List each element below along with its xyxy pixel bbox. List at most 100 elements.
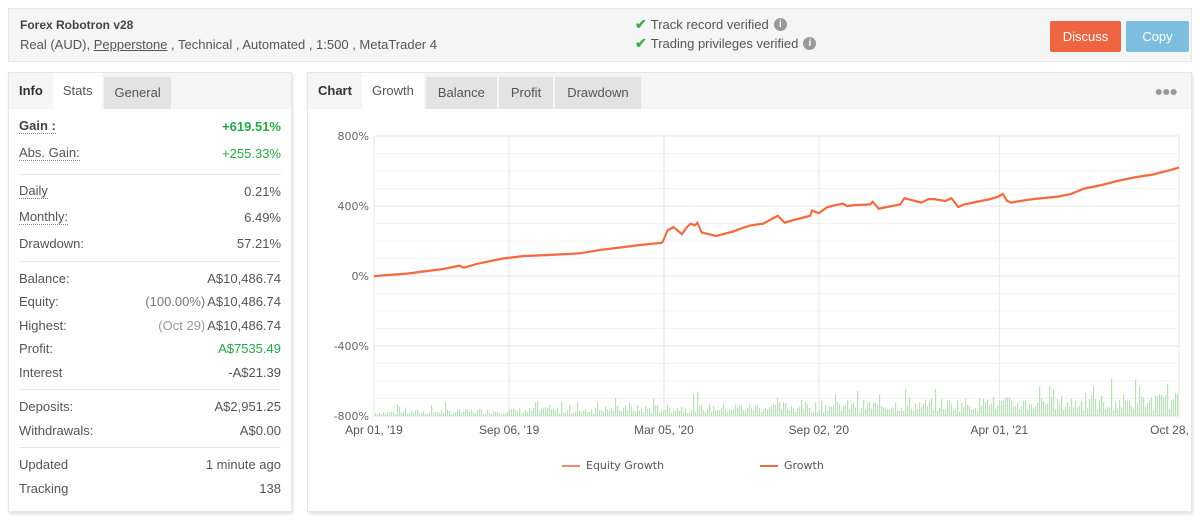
volume-bar bbox=[783, 402, 785, 416]
volume-bar bbox=[893, 407, 895, 416]
tab-growth[interactable]: Growth bbox=[361, 73, 424, 109]
volume-bar bbox=[1153, 410, 1155, 416]
stat-drawdown: Drawdown: 57.21% bbox=[19, 232, 281, 256]
volume-bar bbox=[997, 405, 999, 416]
volume-bar bbox=[977, 411, 979, 416]
volume-bar bbox=[821, 400, 823, 416]
volume-bar bbox=[741, 405, 743, 416]
volume-bar bbox=[829, 406, 831, 416]
volume-bar bbox=[769, 407, 771, 416]
volume-bar bbox=[1037, 403, 1039, 416]
volume-bar bbox=[843, 406, 845, 416]
tab-general[interactable]: General bbox=[104, 77, 171, 109]
volume-bar bbox=[913, 411, 915, 416]
volume-bar bbox=[1157, 396, 1159, 416]
volume-bar bbox=[849, 409, 851, 416]
tab-stats[interactable]: Stats bbox=[52, 73, 103, 109]
daily-label[interactable]: Daily bbox=[19, 183, 48, 199]
volume-bar bbox=[717, 409, 719, 416]
volume-bar bbox=[1067, 402, 1069, 416]
info-icon[interactable]: i bbox=[803, 37, 817, 50]
volume-bar bbox=[811, 411, 813, 416]
volume-bar bbox=[833, 405, 835, 416]
abs-gain-value: +255.33% bbox=[222, 146, 281, 161]
volume-bar bbox=[915, 403, 917, 416]
volume-bar bbox=[583, 410, 585, 416]
volume-bar bbox=[937, 411, 939, 416]
volume-bar bbox=[649, 408, 651, 416]
volume-bar bbox=[555, 410, 557, 416]
legend-growth[interactable]: Growth bbox=[760, 459, 824, 472]
volume-bar bbox=[825, 405, 827, 416]
volume-bar bbox=[591, 409, 593, 416]
discuss-button[interactable]: Discuss bbox=[1050, 21, 1121, 52]
deposits-label: Deposits: bbox=[19, 399, 74, 415]
more-dots-icon[interactable]: ●●● bbox=[1155, 83, 1178, 99]
chart-panel: Chart Growth Balance Profit Drawdown ●●●… bbox=[307, 72, 1192, 512]
volume-bar bbox=[1055, 409, 1057, 416]
tab-drawdown[interactable]: Drawdown bbox=[555, 77, 641, 109]
profit-value: A$7535.49 bbox=[218, 341, 281, 357]
volume-bar bbox=[567, 409, 569, 416]
volume-bar bbox=[907, 405, 909, 416]
volume-bar bbox=[927, 406, 929, 416]
volume-bar bbox=[955, 409, 957, 416]
volume-bar bbox=[645, 406, 647, 416]
volume-bar bbox=[575, 412, 577, 416]
volume-bar bbox=[999, 400, 1001, 416]
deposits-value: A$2,951.25 bbox=[214, 399, 281, 415]
volume-bar bbox=[1033, 408, 1035, 416]
gain-label[interactable]: Gain : bbox=[19, 119, 56, 135]
highest-date: (Oct 29) bbox=[158, 317, 206, 333]
volume-bar bbox=[991, 403, 993, 416]
volume-bar bbox=[857, 391, 859, 416]
volume-bar bbox=[453, 412, 455, 416]
volume-bar bbox=[439, 413, 441, 416]
tab-info[interactable]: Info bbox=[9, 73, 53, 109]
stat-interest: Interest -A$21.39 bbox=[19, 361, 281, 385]
y-tick-label: 400% bbox=[338, 200, 369, 213]
tracking-value: 138 bbox=[259, 480, 281, 496]
volume-bar bbox=[1105, 409, 1107, 416]
broker-link[interactable]: Pepperstone bbox=[94, 37, 168, 52]
info-icon[interactable]: i bbox=[773, 18, 787, 31]
volume-bar bbox=[1081, 401, 1083, 416]
volume-bar bbox=[1095, 399, 1097, 416]
volume-bar bbox=[1141, 396, 1143, 416]
copy-button[interactable]: Copy bbox=[1126, 21, 1189, 52]
volume-bar bbox=[493, 411, 495, 416]
volume-bar bbox=[551, 409, 553, 416]
volume-bar bbox=[705, 412, 707, 416]
volume-bar bbox=[1027, 409, 1029, 416]
volume-bar bbox=[445, 402, 447, 416]
volume-bar bbox=[971, 409, 973, 416]
volume-bar bbox=[1077, 407, 1079, 416]
volume-bar bbox=[577, 402, 579, 416]
stat-balance: Balance: A$10,486.74 bbox=[19, 267, 281, 291]
volume-bar bbox=[859, 412, 861, 416]
tab-chart[interactable]: Chart bbox=[308, 73, 362, 109]
tab-balance[interactable]: Balance bbox=[425, 77, 497, 109]
volume-bar bbox=[655, 405, 657, 416]
tab-profit[interactable]: Profit bbox=[498, 77, 554, 109]
volume-bar bbox=[643, 412, 645, 416]
volume-bar bbox=[441, 410, 443, 416]
legend-label: Equity Growth bbox=[586, 459, 665, 472]
volume-bar bbox=[1045, 404, 1047, 416]
volume-bar bbox=[565, 412, 567, 416]
volume-bar bbox=[531, 411, 533, 416]
monthly-label[interactable]: Monthly: bbox=[19, 210, 69, 225]
volume-bar bbox=[969, 406, 971, 416]
x-tick-label: Oct 28, '21 bbox=[1150, 423, 1191, 437]
volume-bar bbox=[963, 407, 965, 416]
abs-gain-label[interactable]: Abs. Gain: bbox=[19, 146, 80, 161]
divider bbox=[19, 260, 281, 262]
volume-bar bbox=[415, 410, 417, 416]
volume-bar bbox=[513, 408, 515, 416]
volume-bar bbox=[1025, 400, 1027, 416]
legend-equity-growth[interactable]: Equity Growth bbox=[562, 459, 664, 472]
volume-bar bbox=[1057, 398, 1059, 416]
volume-bar bbox=[585, 409, 587, 416]
volume-bar bbox=[379, 412, 381, 416]
volume-bar bbox=[429, 412, 431, 416]
